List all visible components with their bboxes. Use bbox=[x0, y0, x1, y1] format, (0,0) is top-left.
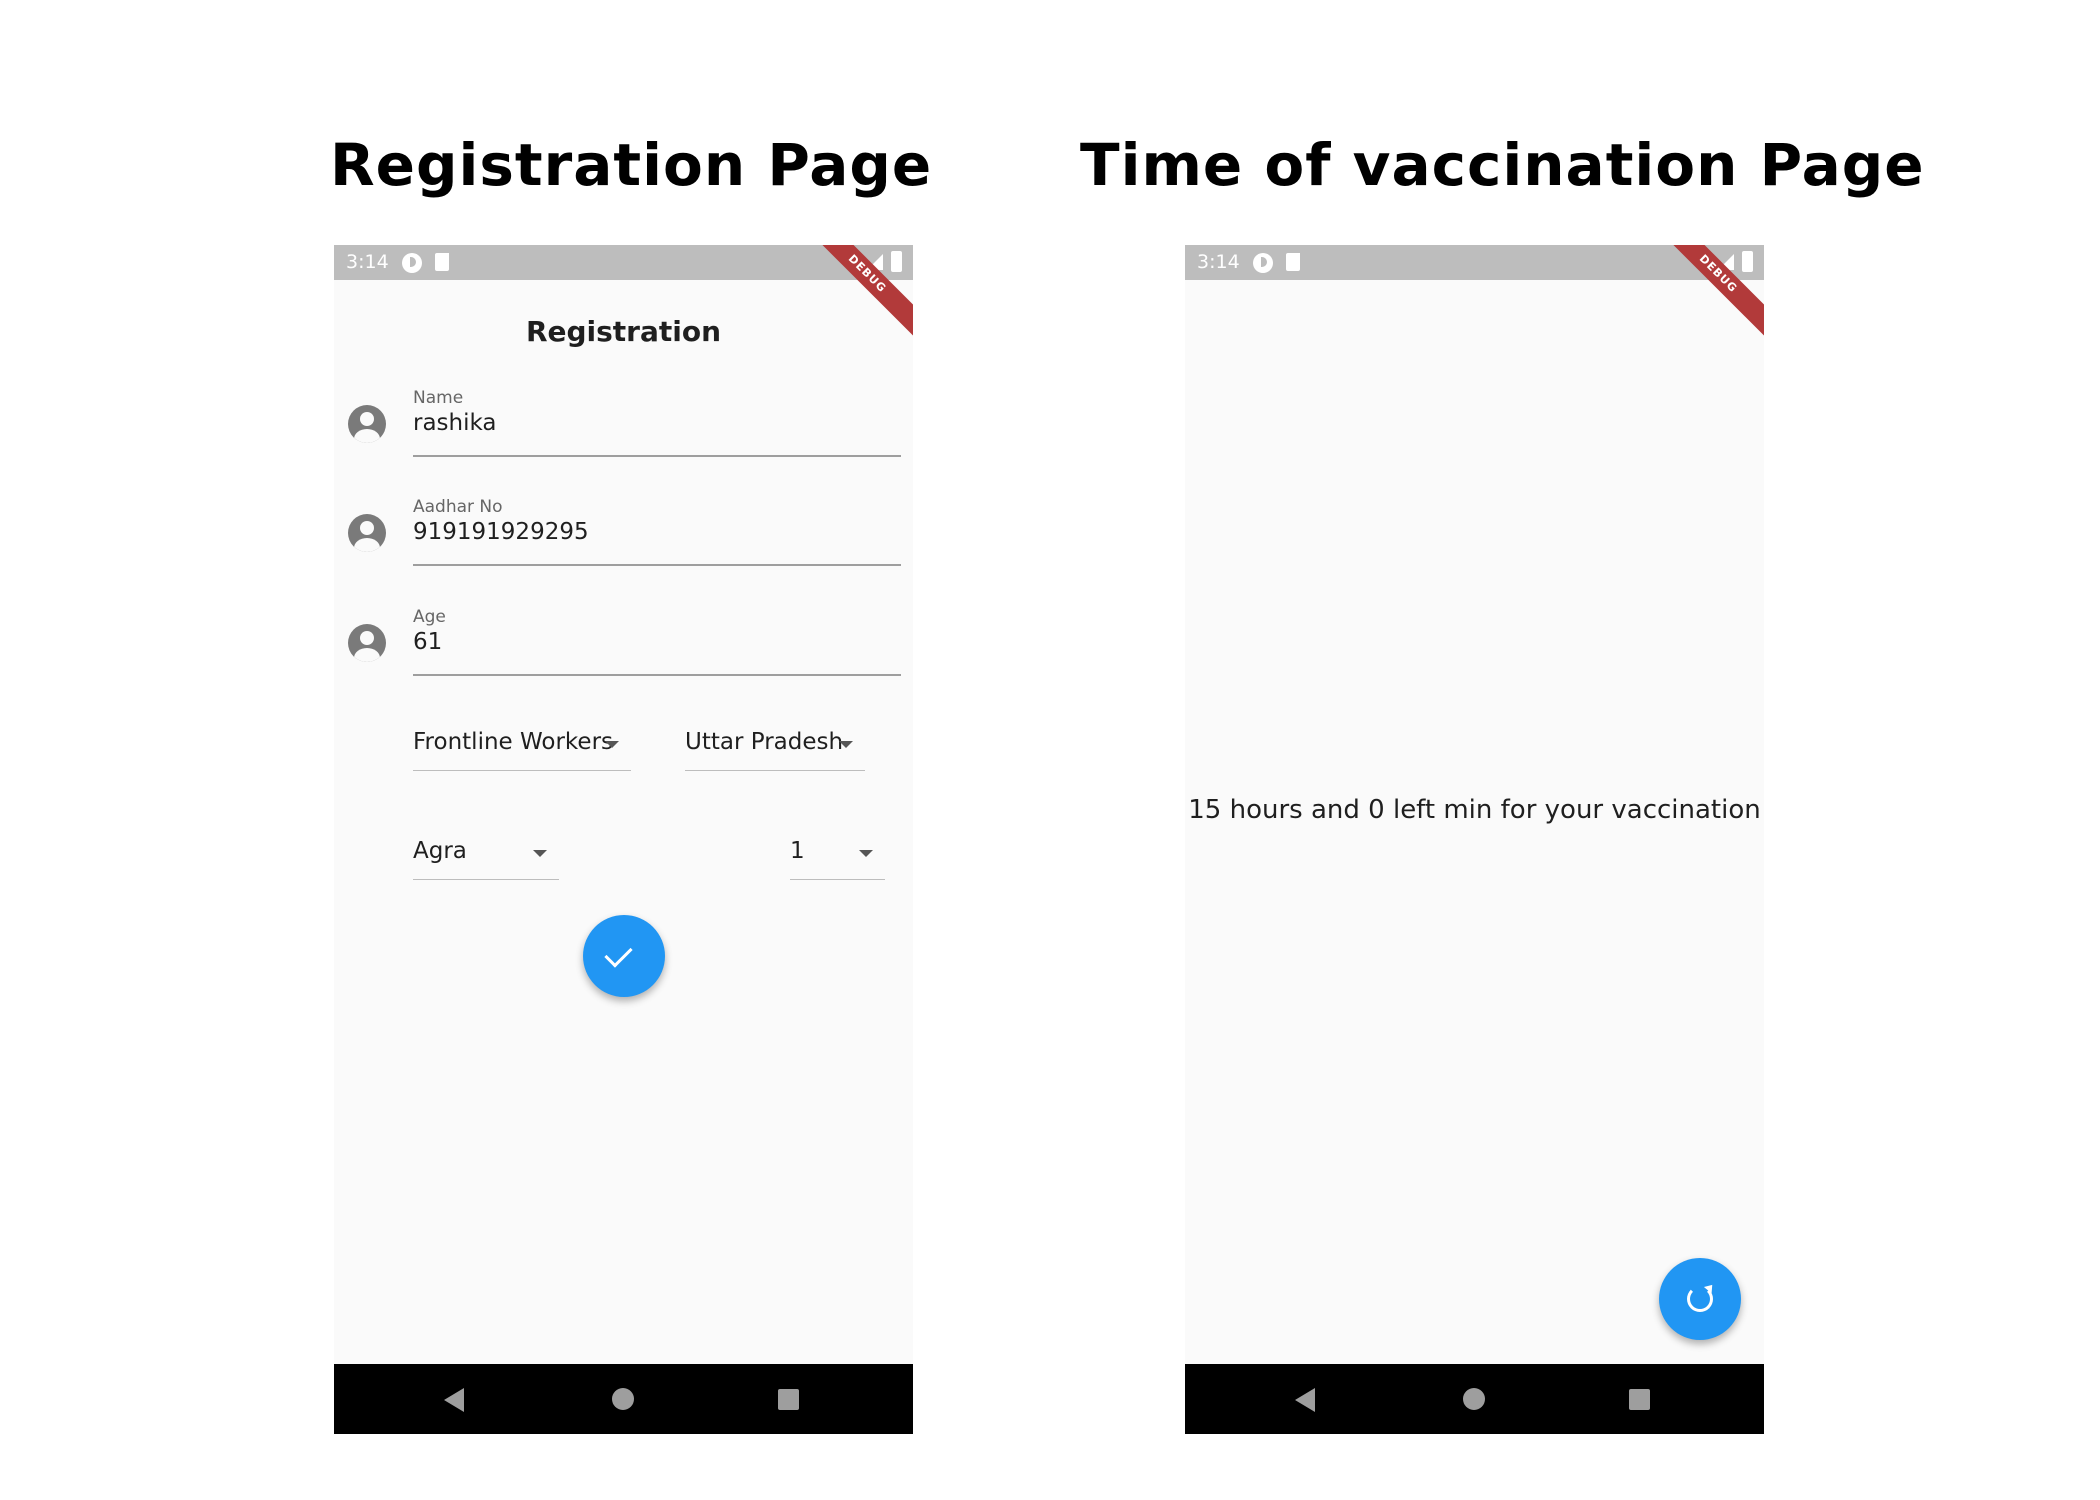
refresh-button[interactable] bbox=[1659, 1258, 1741, 1340]
age-underline bbox=[413, 674, 901, 676]
name-underline bbox=[413, 455, 901, 457]
notification-icon bbox=[1253, 253, 1273, 273]
aadhar-underline bbox=[413, 564, 901, 566]
dropdown-underline bbox=[685, 770, 865, 771]
dropdown-arrow-icon bbox=[605, 741, 619, 748]
aadhar-label: Aadhar No bbox=[413, 497, 503, 517]
vaccination-countdown-text: 15 hours and 0 left min for your vaccina… bbox=[1188, 795, 1761, 825]
android-nav-bar bbox=[334, 1364, 913, 1434]
registration-page-heading: Registration Page bbox=[330, 131, 933, 199]
sd-card-icon bbox=[435, 253, 449, 271]
status-bar: 3:14 bbox=[1185, 245, 1764, 280]
status-time: 3:14 bbox=[1197, 251, 1240, 273]
vaccination-page-heading: Time of vaccination Page bbox=[1080, 131, 1925, 199]
android-nav-bar bbox=[1185, 1364, 1764, 1434]
dropdown-arrow-icon bbox=[859, 850, 873, 857]
registration-screen: 3:14 DEBUG Registration Name rashika Aad… bbox=[334, 245, 913, 1434]
person-icon bbox=[348, 624, 386, 662]
state-dropdown[interactable]: Uttar Pradesh bbox=[685, 721, 865, 771]
battery-icon bbox=[1742, 251, 1753, 272]
refresh-icon bbox=[1687, 1286, 1713, 1312]
dropdown-arrow-icon bbox=[533, 850, 547, 857]
category-dropdown[interactable]: Frontline Workers bbox=[413, 721, 631, 771]
person-icon bbox=[348, 514, 386, 552]
state-value: Uttar Pradesh bbox=[685, 729, 844, 755]
home-icon[interactable] bbox=[1463, 1388, 1485, 1410]
city-value: Agra bbox=[413, 838, 467, 864]
back-icon[interactable] bbox=[1295, 1388, 1315, 1412]
city-dropdown[interactable]: Agra bbox=[413, 830, 559, 880]
check-icon bbox=[604, 939, 633, 968]
submit-button[interactable] bbox=[583, 915, 665, 997]
name-label: Name bbox=[413, 388, 464, 408]
status-bar: 3:14 bbox=[334, 245, 913, 280]
aadhar-field[interactable]: Aadhar No 919191929295 bbox=[334, 489, 913, 589]
notification-icon bbox=[402, 253, 422, 273]
dose-value: 1 bbox=[790, 838, 805, 864]
aadhar-input[interactable]: 919191929295 bbox=[413, 519, 589, 545]
dropdown-arrow-icon bbox=[839, 741, 853, 748]
sd-card-icon bbox=[1286, 253, 1300, 271]
age-field[interactable]: Age 61 bbox=[334, 599, 913, 699]
category-value: Frontline Workers bbox=[413, 729, 614, 755]
recent-apps-icon[interactable] bbox=[1629, 1389, 1650, 1410]
dose-dropdown[interactable]: 1 bbox=[790, 830, 885, 880]
recent-apps-icon[interactable] bbox=[778, 1389, 799, 1410]
age-label: Age bbox=[413, 607, 446, 627]
back-icon[interactable] bbox=[444, 1388, 464, 1412]
page-title: Registration bbox=[525, 315, 722, 348]
name-input[interactable]: rashika bbox=[413, 410, 497, 436]
battery-icon bbox=[891, 251, 902, 272]
dropdown-underline bbox=[413, 879, 559, 880]
dropdown-underline bbox=[790, 879, 885, 880]
name-field[interactable]: Name rashika bbox=[334, 380, 913, 480]
age-input[interactable]: 61 bbox=[413, 629, 442, 655]
dropdown-underline bbox=[413, 770, 631, 771]
vaccination-time-screen: 3:14 DEBUG 15 hours and 0 left min for y… bbox=[1185, 245, 1764, 1434]
status-time: 3:14 bbox=[346, 251, 389, 273]
home-icon[interactable] bbox=[612, 1388, 634, 1410]
person-icon bbox=[348, 405, 386, 443]
